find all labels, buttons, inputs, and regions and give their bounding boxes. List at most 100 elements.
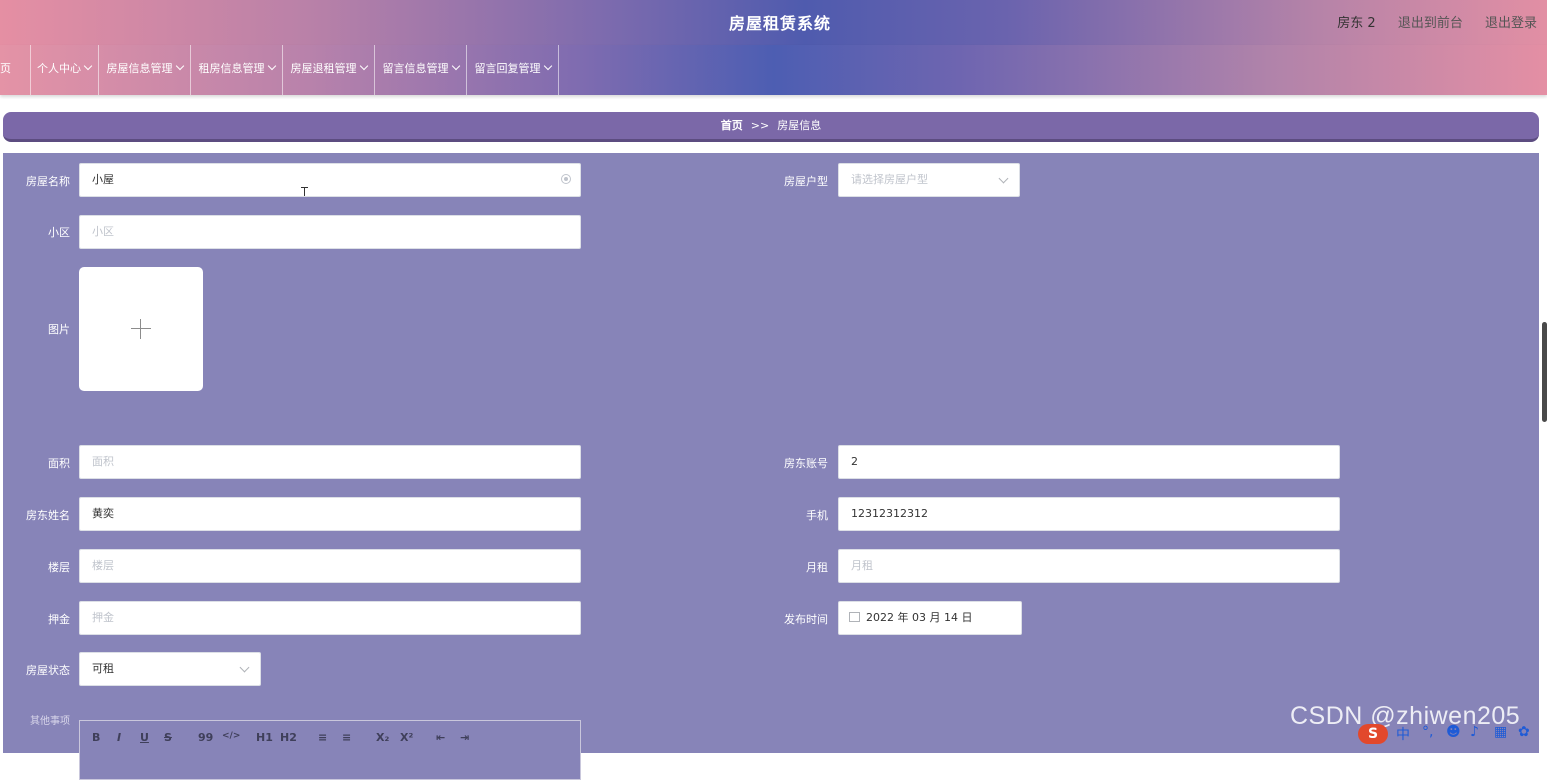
house-name-value: 小屋 (92, 173, 114, 186)
nav-item-checkout[interactable]: 房屋退租管理 (283, 45, 375, 95)
quote-button[interactable]: 99 (198, 731, 213, 744)
deposit-placeholder: 押金 (92, 611, 114, 624)
house-name-label: 房屋名称 (26, 175, 70, 188)
status-label: 房屋状态 (26, 664, 70, 677)
publish-time-picker[interactable]: 2022 年 03 月 14 日 (838, 601, 1022, 635)
nav-item-home[interactable]: 页 (0, 45, 31, 95)
phone-label: 手机 (806, 509, 828, 522)
breadcrumb-current: 房屋信息 (777, 119, 822, 132)
landlord-name-input[interactable]: 黄奕 (79, 497, 581, 531)
breadcrumb: 首页 >> 房屋信息 (3, 112, 1539, 142)
plus-icon-vertical (140, 319, 141, 339)
chevron-down-icon (451, 61, 460, 71)
emoji-icon[interactable]: ☻ (1446, 724, 1461, 740)
ime-toolbar: S 中 °, ☻ ♪ ▦ ✿ (1358, 722, 1547, 745)
floor-label: 楼层 (48, 561, 70, 574)
nav-label: 个人中心 (37, 62, 81, 75)
superscript-button[interactable]: X² (400, 731, 413, 744)
current-user: 房东 2 (1337, 16, 1376, 31)
status-value: 可租 (92, 662, 114, 675)
nav-label: 留言信息管理 (382, 62, 449, 75)
monthly-rent-input[interactable]: 月租 (838, 549, 1340, 583)
monthly-rent-label: 月租 (806, 561, 828, 574)
rich-text-editor[interactable]: B I U S 99 </> H1 H2 ≡ ≡ X₂ X² ⇤ ⇥ (79, 720, 581, 780)
monthly-rent-placeholder: 月租 (851, 559, 873, 572)
nav-item-replies[interactable]: 留言回复管理 (467, 45, 559, 95)
calendar-icon (849, 612, 860, 622)
house-type-placeholder: 请选择房屋户型 (851, 173, 928, 186)
status-select[interactable]: 可租 (79, 652, 261, 686)
chevron-down-icon (267, 61, 276, 71)
app-title: 房屋租赁系统 (728, 14, 831, 33)
area-label: 面积 (48, 457, 70, 470)
nav-item-house-info[interactable]: 房屋信息管理 (99, 45, 191, 95)
deposit-input[interactable]: 押金 (79, 601, 581, 635)
text-cursor-icon (301, 187, 308, 196)
other-label: 其他事项 (30, 716, 70, 727)
area-placeholder: 面积 (92, 455, 114, 468)
house-name-input[interactable]: 小屋 (79, 163, 581, 197)
ordered-list-button[interactable]: ≡ (318, 731, 327, 744)
chevron-down-icon (543, 61, 552, 71)
underline-button[interactable]: U (140, 731, 149, 744)
nav-item-messages[interactable]: 留言信息管理 (375, 45, 467, 95)
top-links: 房东 2 退出到前台 退出登录 (1319, 12, 1537, 31)
floor-input[interactable]: 楼层 (79, 549, 581, 583)
h1-button[interactable]: H1 (256, 731, 273, 744)
community-placeholder: 小区 (92, 225, 114, 238)
house-form: 房屋名称 小屋 房屋户型 请选择房屋户型 小区 小区 图片 面积 面积 房东账号… (3, 153, 1539, 780)
clear-icon[interactable] (561, 174, 571, 184)
landlord-name-label: 房东姓名 (26, 509, 70, 522)
chevron-down-icon (83, 61, 93, 71)
bold-button[interactable]: B (92, 731, 100, 744)
code-button[interactable]: </> (222, 731, 240, 741)
landlord-account-input[interactable]: 2 (838, 445, 1340, 479)
image-label: 图片 (48, 323, 70, 336)
landlord-account-label: 房东账号 (784, 457, 828, 470)
plus-icon (131, 328, 151, 329)
outdent-button[interactable]: ⇤ (436, 731, 445, 744)
nav-item-rental-info[interactable]: 租房信息管理 (191, 45, 283, 95)
nav-label: 页 (0, 62, 11, 75)
top-header: 房屋租赁系统 房东 2 退出到前台 退出登录 (0, 0, 1547, 45)
chevron-down-icon (175, 61, 184, 71)
scrollbar-thumb[interactable] (1542, 322, 1547, 422)
nav-label: 租房信息管理 (198, 62, 265, 75)
house-type-label: 房屋户型 (784, 175, 828, 188)
image-upload[interactable] (79, 267, 203, 391)
publish-time-label: 发布时间 (784, 613, 828, 626)
phone-input[interactable]: 12312312312 (838, 497, 1340, 531)
community-label: 小区 (48, 226, 70, 239)
strike-button[interactable]: S (164, 731, 172, 744)
landlord-name-value: 黄奕 (92, 507, 114, 520)
nav-label: 房屋退租管理 (290, 62, 357, 75)
h2-button[interactable]: H2 (280, 731, 297, 744)
community-input[interactable]: 小区 (79, 215, 581, 249)
bullet-list-button[interactable]: ≡ (342, 731, 351, 744)
logout-link[interactable]: 退出登录 (1485, 16, 1537, 31)
skin-icon[interactable]: ✿ (1518, 724, 1530, 740)
house-type-select[interactable]: 请选择房屋户型 (838, 163, 1020, 197)
publish-time-value: 2022 年 03 月 14 日 (866, 611, 973, 624)
chevron-down-icon (239, 662, 250, 673)
keyboard-icon[interactable]: ▦ (1494, 724, 1507, 740)
nav-item-personal[interactable]: 个人中心 (30, 45, 99, 95)
italic-button[interactable]: I (117, 731, 121, 744)
breadcrumb-home[interactable]: 首页 (721, 119, 743, 132)
phone-value: 12312312312 (851, 507, 928, 520)
back-to-front-link[interactable]: 退出到前台 (1398, 16, 1463, 31)
indent-button[interactable]: ⇥ (460, 731, 469, 744)
ime-logo-icon[interactable]: S (1358, 724, 1388, 744)
floor-placeholder: 楼层 (92, 559, 114, 572)
microphone-icon[interactable]: ♪ (1470, 724, 1479, 740)
area-input[interactable]: 面积 (79, 445, 581, 479)
deposit-label: 押金 (48, 613, 70, 626)
chevron-down-icon (998, 173, 1009, 184)
nav-label: 留言回复管理 (474, 62, 541, 75)
landlord-account-value: 2 (851, 455, 858, 468)
main-nav: 页 个人中心 房屋信息管理 租房信息管理 房屋退租管理 留言信息管理 留言回复管… (0, 45, 1547, 95)
ime-mode[interactable]: 中 (1396, 724, 1410, 744)
subscript-button[interactable]: X₂ (376, 731, 389, 744)
nav-label: 房屋信息管理 (106, 62, 173, 75)
punctuation-icon[interactable]: °, (1422, 724, 1433, 740)
